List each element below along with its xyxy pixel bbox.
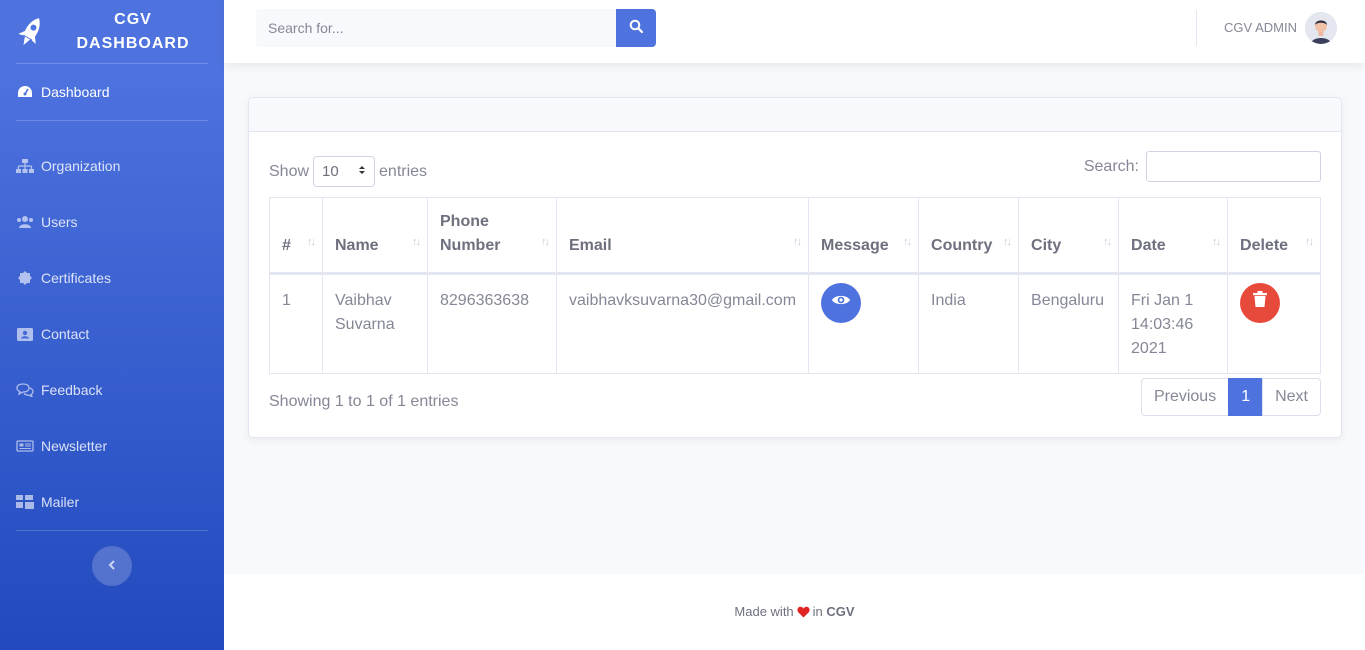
sidebar-item-label: Contact bbox=[41, 326, 90, 342]
address-book-icon bbox=[16, 327, 34, 341]
column-header-name[interactable]: Name ↑↓ bbox=[322, 197, 428, 275]
view-message-button[interactable] bbox=[821, 283, 862, 323]
trash-icon bbox=[1253, 291, 1268, 315]
cell-phone: 8296363638 bbox=[427, 273, 557, 374]
users-icon bbox=[16, 215, 34, 229]
comments-icon bbox=[16, 383, 34, 397]
eye-icon bbox=[831, 291, 851, 315]
topbar: CGV ADMIN bbox=[224, 0, 1365, 63]
sidebar-item-label: Feedback bbox=[41, 382, 103, 398]
sidebar-item-label: Users bbox=[41, 214, 78, 230]
column-header-country[interactable]: Country ↑↓ bbox=[918, 197, 1020, 275]
rocket-icon bbox=[14, 15, 48, 49]
newspaper-icon bbox=[16, 439, 34, 453]
cell-city: Bengaluru bbox=[1018, 273, 1120, 374]
pagination-next[interactable]: Next bbox=[1262, 378, 1321, 416]
page-length-select[interactable]: 10 bbox=[313, 156, 376, 187]
column-header-date[interactable]: Date ↑↓ bbox=[1118, 197, 1229, 275]
delete-button[interactable] bbox=[1240, 283, 1281, 323]
sort-icon: ↑↓ bbox=[1305, 236, 1314, 248]
sidebar-item-label: Dashboard bbox=[41, 84, 110, 100]
sidebar-item-certificates[interactable]: Certificates bbox=[0, 250, 224, 306]
card-header bbox=[249, 98, 1341, 132]
contacts-table: # ↑↓ Name ↑↓ Phone Number ↑↓ Email ↑↓ Messag… bbox=[269, 197, 1321, 374]
sidebar-item-label: Mailer bbox=[41, 494, 80, 510]
search-button[interactable] bbox=[616, 9, 656, 47]
sort-icon: ↑↓ bbox=[1103, 236, 1112, 248]
cell-email: vaibhavksuvarna30@gmail.com bbox=[555, 273, 810, 374]
sort-icon: ↑↓ bbox=[541, 236, 550, 248]
user-name[interactable]: CGV ADMIN bbox=[1224, 20, 1297, 35]
topbar-search bbox=[256, 9, 656, 47]
sort-icon: ↑↓ bbox=[1003, 236, 1012, 248]
sort-icon: ↑↓ bbox=[412, 236, 421, 248]
topbar-divider bbox=[1196, 10, 1197, 46]
footer-brand: CGV bbox=[826, 604, 855, 619]
contacts-card: Show 10 entries Search: # ↑↓ Name ↑↓ Phone… bbox=[248, 97, 1342, 438]
table-header-row: # ↑↓ Name ↑↓ Phone Number ↑↓ Email ↑↓ Messag… bbox=[269, 197, 1321, 275]
sidebar: CGV DASHBOARD Dashboard Organization Use… bbox=[0, 0, 224, 650]
page-length-control: Show 10 entries bbox=[269, 156, 427, 187]
sitemap-icon bbox=[16, 159, 34, 173]
column-header-delete[interactable]: Delete ↑↓ bbox=[1227, 197, 1321, 275]
show-label: Show bbox=[269, 162, 310, 180]
sidebar-item-label: Newsletter bbox=[41, 438, 108, 454]
sidebar-item-organization[interactable]: Organization bbox=[0, 138, 224, 194]
cell-message bbox=[808, 273, 920, 374]
column-header-message[interactable]: Message ↑↓ bbox=[808, 197, 920, 275]
sort-icon: ↑↓ bbox=[1212, 236, 1221, 248]
column-header-phone[interactable]: Phone Number ↑↓ bbox=[427, 197, 557, 275]
sidebar-item-label: Certificates bbox=[41, 270, 112, 286]
footer-in: in bbox=[812, 604, 823, 619]
sidebar-brand[interactable]: CGV DASHBOARD bbox=[0, 0, 224, 63]
sidebar-item-feedback[interactable]: Feedback bbox=[0, 362, 224, 418]
table-filter: Search: bbox=[1084, 151, 1321, 182]
sidebar-item-dashboard[interactable]: Dashboard bbox=[0, 64, 224, 120]
entries-label: entries bbox=[379, 162, 428, 180]
sidebar-item-newsletter[interactable]: Newsletter bbox=[0, 418, 224, 474]
sidebar-item-users[interactable]: Users bbox=[0, 194, 224, 250]
footer-made-with: Made with bbox=[734, 604, 794, 619]
cell-index: 1 bbox=[269, 273, 323, 374]
search-input[interactable] bbox=[256, 9, 616, 47]
sidebar-toggle-button[interactable] bbox=[92, 546, 132, 586]
sort-icon: ↑↓ bbox=[903, 236, 912, 248]
sidebar-item-label: Organization bbox=[41, 158, 121, 174]
mail-bulk-icon bbox=[16, 495, 34, 509]
cell-name: Vaibhav Suvarna bbox=[322, 273, 428, 374]
cell-country: India bbox=[918, 273, 1020, 374]
column-header-city[interactable]: City ↑↓ bbox=[1018, 197, 1120, 275]
heart-icon bbox=[797, 606, 810, 621]
sort-caret-icon bbox=[358, 163, 366, 180]
cell-date: Fri Jan 1 14:03:46 2021 bbox=[1118, 273, 1229, 374]
table-row: 1 Vaibhav Suvarna 8296363638 vaibhavksuv… bbox=[269, 273, 1321, 374]
certificate-icon bbox=[16, 271, 34, 285]
sidebar-divider bbox=[16, 530, 208, 531]
column-header-email[interactable]: Email ↑↓ bbox=[555, 197, 810, 275]
pagination-page-1[interactable]: 1 bbox=[1228, 378, 1264, 416]
tachometer-icon bbox=[16, 85, 34, 99]
brand-title: CGV DASHBOARD bbox=[76, 10, 190, 52]
chevron-left-icon bbox=[108, 557, 116, 575]
sort-icon: ↑↓ bbox=[793, 236, 802, 248]
avatar[interactable] bbox=[1305, 12, 1337, 44]
footer: Made with in CGV bbox=[224, 574, 1365, 650]
page-length-value: 10 bbox=[322, 163, 339, 180]
search-icon bbox=[629, 19, 644, 38]
column-header-index[interactable]: # ↑↓ bbox=[269, 197, 323, 275]
table-search-label: Search: bbox=[1083, 157, 1139, 175]
pagination-previous[interactable]: Previous bbox=[1140, 378, 1230, 416]
sidebar-item-contact[interactable]: Contact bbox=[0, 306, 224, 362]
pagination: Previous 1 Next bbox=[1140, 378, 1321, 416]
table-search-input[interactable] bbox=[1146, 151, 1321, 182]
cell-delete bbox=[1227, 273, 1321, 374]
sidebar-item-mailer[interactable]: Mailer bbox=[0, 474, 224, 530]
table-info: Showing 1 to 1 of 1 entries bbox=[269, 393, 459, 410]
sort-icon: ↑↓ bbox=[307, 236, 316, 248]
